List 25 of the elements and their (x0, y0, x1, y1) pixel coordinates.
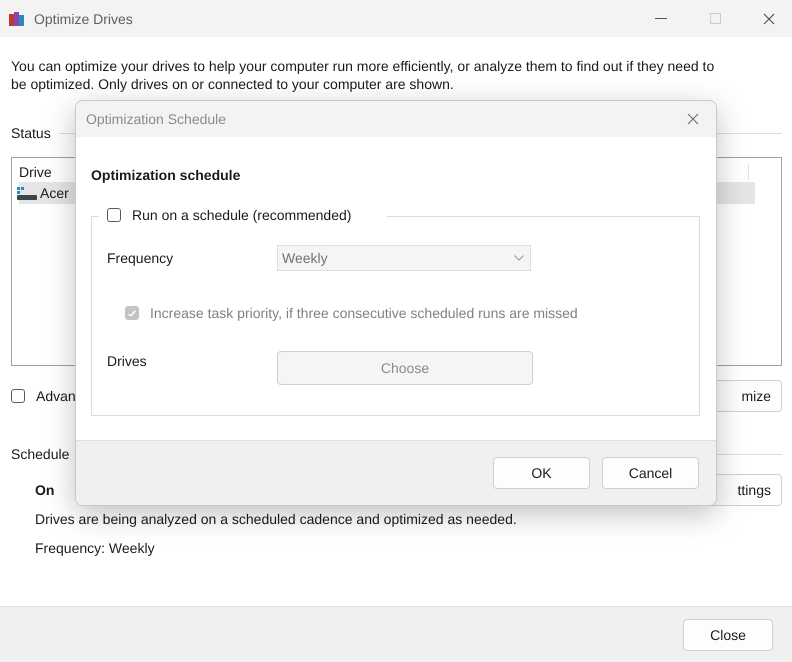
check-icon (128, 310, 136, 316)
drives-label: Drives (107, 353, 148, 369)
close-button[interactable]: Close (683, 618, 773, 650)
schedule-description: Drives are being analyzed on a scheduled cadence and optimized as needed. (35, 511, 518, 527)
schedule-checkbox[interactable]: Run on a schedule (recommended) (107, 207, 352, 223)
chevron-down-icon (514, 255, 524, 261)
schedule-frequency: Frequency: Weekly (35, 540, 156, 556)
advanced-checkbox[interactable]: Advan (11, 388, 76, 404)
dialog-heading: Optimization schedule (91, 167, 242, 183)
description-text: You can optimize your drives to help your computer run more efficiently, or analyze them to find out if they need to be optimized. Only drives on or connected to your computer are shown. (11, 57, 716, 93)
checkbox[interactable] (107, 208, 121, 222)
drive-icon (17, 186, 37, 200)
maximize-icon (710, 13, 720, 24)
close-icon[interactable] (687, 113, 699, 125)
checkbox[interactable] (11, 389, 25, 403)
window-title: Optimize Drives (34, 10, 133, 26)
schedule-state: On (35, 482, 54, 498)
section-heading: Schedule (11, 446, 70, 462)
section-heading: Status (11, 125, 51, 141)
dialog-button[interactable]: Cancel (602, 457, 699, 489)
dialog-button[interactable]: OK (493, 457, 590, 489)
dialog-title: Optimization Schedule (86, 111, 226, 127)
app-icon (8, 10, 26, 28)
frequency-label: Frequency (107, 250, 174, 266)
close-icon[interactable] (763, 12, 775, 24)
